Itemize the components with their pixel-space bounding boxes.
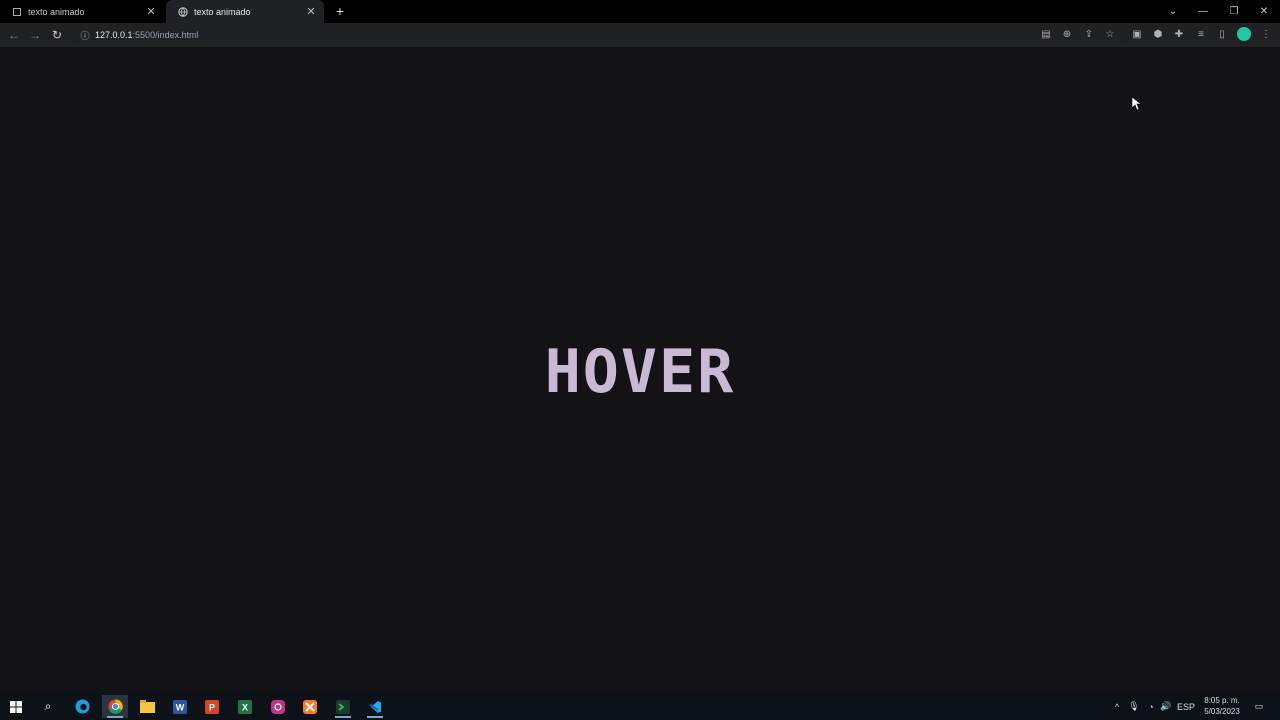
vscode-icon[interactable]	[362, 695, 388, 718]
close-window-button[interactable]: ✕	[1249, 0, 1279, 23]
clock-time: 8:05 p. m.	[1204, 696, 1240, 705]
browser-toolbar: ← → ↻ ⓘ 127.0.0.1 :5500/index.html ▤ ⊕ ⇪…	[0, 23, 1280, 47]
svg-text:P: P	[209, 702, 215, 712]
profile-avatar[interactable]	[1237, 27, 1251, 41]
globe-icon	[178, 6, 188, 17]
info-icon[interactable]: ⓘ	[78, 29, 92, 42]
hover-heading[interactable]: HOVER	[0, 337, 1280, 407]
close-tab-icon[interactable]: ✕	[304, 5, 318, 18]
extension-badge-icon[interactable]: ⬢	[1150, 27, 1166, 43]
side-panel-icon[interactable]: ▯	[1214, 27, 1230, 43]
zoom-icon[interactable]: ⊕	[1059, 27, 1075, 43]
language-indicator[interactable]: ESP	[1175, 697, 1197, 716]
menu-icon[interactable]: ⋮	[1258, 27, 1274, 43]
show-hidden-icons[interactable]: ^	[1110, 697, 1124, 716]
instagram-icon[interactable]	[265, 695, 291, 718]
forward-button[interactable]: →	[27, 27, 43, 43]
url-host: 127.0.0.1	[95, 30, 133, 40]
page-viewport: HOVER	[0, 47, 1280, 693]
powerpoint-icon[interactable]: P	[199, 695, 225, 718]
word-icon[interactable]: W	[167, 695, 193, 718]
clock-date: 5/03/2023	[1204, 707, 1240, 716]
back-button[interactable]: ←	[6, 27, 22, 43]
tab-strip: texto animado ✕ texto animado ✕ + ⌄ — ❐ …	[0, 0, 1280, 23]
terminal-app-icon[interactable]	[330, 695, 356, 718]
edge-icon[interactable]	[69, 695, 95, 718]
translate-icon[interactable]: ▤	[1038, 27, 1054, 43]
microphone-icon[interactable]: 🎙	[1127, 697, 1141, 716]
tab-search-icon[interactable]: ⌄	[1158, 0, 1188, 23]
svg-text:X: X	[242, 702, 248, 712]
close-tab-icon[interactable]: ✕	[144, 5, 158, 18]
tab-title: texto animado	[194, 6, 251, 17]
xampp-icon[interactable]	[297, 695, 323, 718]
volume-icon[interactable]: 🔊	[1159, 697, 1173, 716]
file-explorer-icon[interactable]	[134, 695, 160, 718]
reload-button[interactable]: ↻	[49, 27, 65, 43]
tab-title: texto animado	[28, 6, 85, 17]
minimize-button[interactable]: —	[1188, 0, 1218, 23]
bookmark-star-icon[interactable]: ☆	[1102, 27, 1118, 43]
address-bar[interactable]: ⓘ 127.0.0.1 :5500/index.html	[72, 26, 1130, 44]
search-icon[interactable]: ⌕	[35, 695, 61, 718]
reading-list-icon[interactable]: ≡	[1193, 27, 1209, 43]
svg-text:W: W	[176, 702, 185, 712]
notification-icon[interactable]: ▭	[1252, 697, 1266, 716]
windows-icon	[10, 700, 22, 713]
restore-button[interactable]: ❐	[1219, 0, 1249, 23]
tab-texto-animado-1[interactable]: texto animado ✕	[0, 0, 164, 23]
mouse-cursor-icon	[1132, 97, 1142, 111]
network-icon[interactable]: ◔	[1144, 697, 1158, 716]
url-path: :5500/index.html	[132, 30, 199, 40]
start-button[interactable]	[3, 695, 29, 718]
excel-icon[interactable]: X	[232, 695, 258, 718]
system-clock[interactable]: 8:05 p. m. 5/03/2023	[1196, 695, 1248, 717]
taskbar: ⌕ W P X ^ 🎙 ◔ 🔊 ESP 8:05 p. m. 5/03/2023…	[0, 693, 1280, 720]
extensions-puzzle-icon[interactable]: ✚	[1171, 27, 1187, 43]
page-icon	[12, 7, 22, 17]
tab-texto-animado-2[interactable]: texto animado ✕	[166, 0, 324, 23]
extension-icon[interactable]: ▣	[1129, 27, 1145, 43]
share-icon[interactable]: ⇪	[1081, 27, 1097, 43]
chrome-icon[interactable]	[102, 695, 128, 718]
new-tab-button[interactable]: +	[332, 3, 348, 19]
